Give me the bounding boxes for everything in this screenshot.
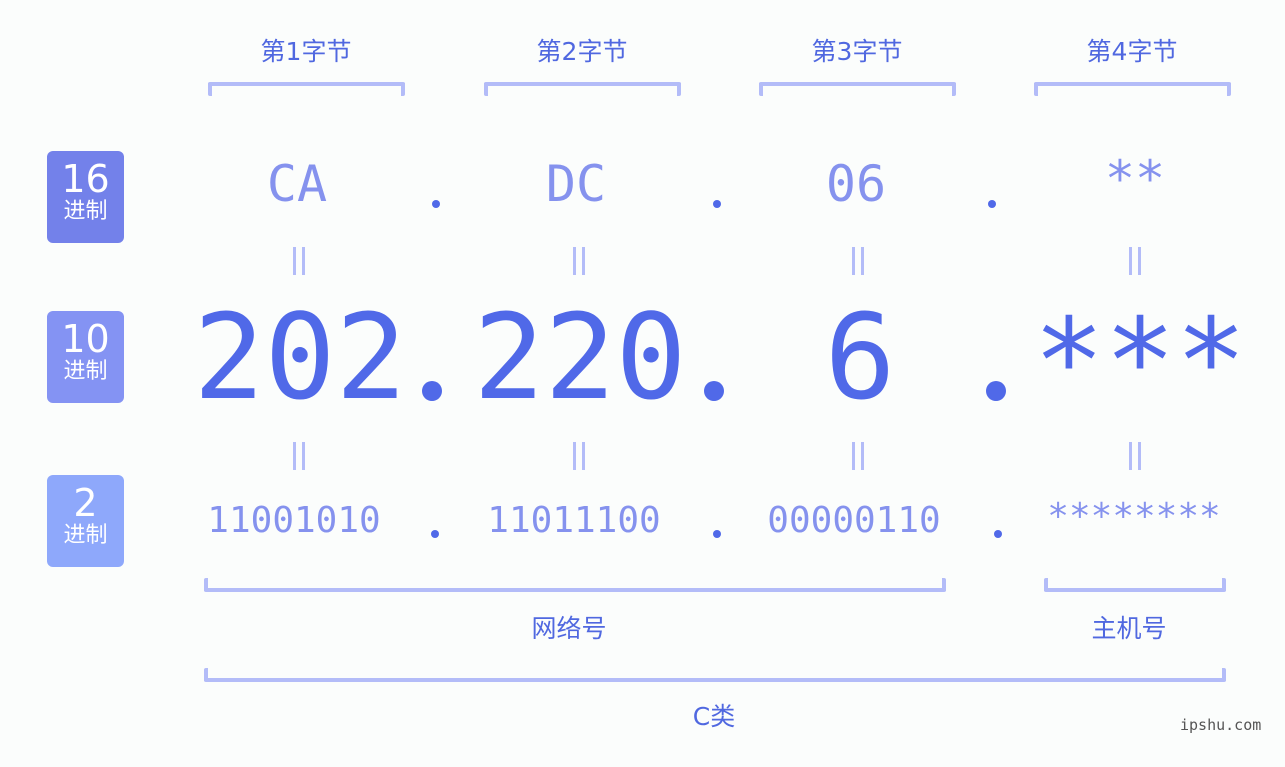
byte-bracket-4	[1034, 82, 1231, 96]
equals-icon	[292, 247, 306, 275]
base-badge-hex: 16 进制	[47, 151, 124, 243]
equals-icon	[292, 442, 306, 470]
equals-icon	[851, 247, 865, 275]
byte-bracket-3	[759, 82, 956, 96]
hex-separator-dot	[988, 200, 996, 208]
binary-byte-3: 00000110	[767, 500, 941, 541]
binary-separator-dot	[431, 530, 439, 538]
byte-header-1: 第1字节	[260, 37, 352, 66]
decimal-byte-3: 6	[824, 288, 896, 426]
hex-byte-1: CA	[266, 155, 328, 213]
base-label: 进制	[63, 199, 108, 224]
binary-byte-2: 11011100	[487, 500, 661, 541]
equals-icon	[572, 247, 586, 275]
host-label: 主机号	[1091, 614, 1167, 643]
base-label: 进制	[63, 359, 108, 384]
network-bracket	[204, 578, 946, 592]
byte-bracket-2	[484, 82, 681, 96]
decimal-separator-dot	[422, 381, 442, 401]
equals-icon	[572, 442, 586, 470]
hex-separator-dot	[432, 200, 440, 208]
decimal-byte-1: 202	[193, 288, 407, 426]
class-label: C类	[692, 702, 736, 731]
binary-separator-dot	[994, 530, 1002, 538]
binary-byte-4: ********	[1047, 496, 1221, 537]
equals-icon	[851, 442, 865, 470]
network-label: 网络号	[531, 614, 607, 643]
equals-icon	[1128, 247, 1142, 275]
byte-header-2: 第2字节	[536, 37, 628, 66]
decimal-byte-2: 220	[473, 288, 687, 426]
decimal-byte-4: ***	[1033, 292, 1247, 430]
equals-icon	[1128, 442, 1142, 470]
base-label: 进制	[63, 523, 108, 548]
hex-separator-dot	[713, 200, 721, 208]
base-number: 2	[73, 481, 98, 525]
hex-byte-2: DC	[545, 155, 607, 213]
byte-header-4: 第4字节	[1086, 37, 1178, 66]
byte-header-3: 第3字节	[811, 37, 903, 66]
class-bracket	[204, 668, 1226, 682]
byte-bracket-1	[208, 82, 405, 96]
binary-separator-dot	[713, 530, 721, 538]
watermark: ipshu.com	[1180, 716, 1262, 734]
binary-byte-1: 11001010	[207, 500, 381, 541]
decimal-separator-dot	[986, 381, 1006, 401]
hex-byte-4: **	[1104, 150, 1166, 208]
base-number: 16	[61, 157, 110, 201]
base-badge-binary: 2 进制	[47, 475, 124, 567]
host-bracket	[1044, 578, 1226, 592]
decimal-separator-dot	[704, 381, 724, 401]
base-number: 10	[61, 317, 110, 361]
base-badge-decimal: 10 进制	[47, 311, 124, 403]
hex-byte-3: 06	[825, 155, 887, 213]
